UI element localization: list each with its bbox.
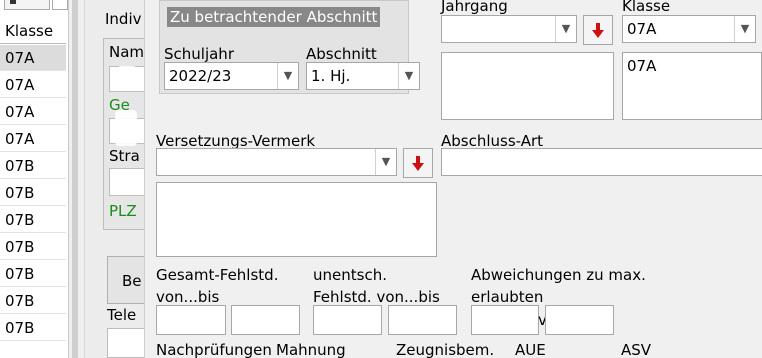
redaction <box>117 66 137 86</box>
school-record-dialog: Zu betrachtender Abschnitt Schuljahr 202… <box>144 0 762 358</box>
jahrgang-list[interactable] <box>441 52 614 120</box>
abweichung-sub-label: erlaubten <box>471 288 544 306</box>
street-label: Stra <box>109 147 140 165</box>
redaction <box>115 172 137 192</box>
unentsch-to-field[interactable] <box>388 305 457 335</box>
klasse-label: Klasse <box>622 0 671 15</box>
versetzung-text[interactable] <box>156 182 437 257</box>
toolbar-button[interactable] <box>52 0 68 10</box>
name-label: Nam <box>109 43 145 61</box>
section-title: Zu betrachtender Abschnitt <box>167 7 381 27</box>
klasse-select[interactable]: 07A ▼ <box>622 15 756 43</box>
list-item[interactable]: 07B <box>0 207 66 233</box>
abschnitt-select[interactable]: 1. Hj. ▼ <box>306 62 420 90</box>
abschluss-field[interactable] <box>441 148 762 176</box>
gesamt-from-field[interactable] <box>156 305 226 335</box>
schuljahr-select[interactable]: 2022/23 ▼ <box>164 62 299 90</box>
klasse-list-value: 07A <box>627 57 657 75</box>
abweichung-to-field[interactable] <box>545 305 614 335</box>
list-item[interactable]: 07B <box>0 315 66 341</box>
schuljahr-value: 2022/23 <box>169 67 232 85</box>
red-down-arrow-icon <box>412 156 424 171</box>
list-item[interactable]: 07B <box>0 180 66 206</box>
gesamt-fehlstd-label: Gesamt-Fehlstd. <box>156 266 279 284</box>
unentsch-range-label: Fehlstd. von...bis <box>313 288 440 306</box>
apply-jahrgang-button[interactable] <box>583 15 613 45</box>
abschnitt-label: Abschnitt <box>306 45 377 63</box>
list-item[interactable]: 07B <box>0 234 66 260</box>
chevron-down-icon[interactable]: ▼ <box>398 63 419 89</box>
phone-label: Tele <box>107 306 137 324</box>
list-item[interactable]: 07A <box>0 45 66 71</box>
red-down-arrow-icon <box>592 23 604 38</box>
class-list[interactable]: Klasse 07A 07A 07A 07A 07B 07B 07B 07B 0… <box>0 0 69 358</box>
chevron-down-icon[interactable]: ▼ <box>734 16 755 42</box>
chevron-down-icon[interactable]: ▼ <box>375 149 396 175</box>
tab-individual[interactable]: Indiv <box>105 10 142 28</box>
student-detail-pane: Indiv Nam Ge Stra PLZ Be Tele <box>84 0 151 358</box>
button-label: Be <box>122 272 142 290</box>
list-item[interactable]: 07B <box>0 153 66 179</box>
redaction <box>115 110 137 146</box>
apply-versetzung-button[interactable] <box>403 148 433 178</box>
unentsch-from-field[interactable] <box>313 305 382 335</box>
plz-label: PLZ <box>109 202 137 220</box>
abschnitt-value: 1. Hj. <box>311 67 351 85</box>
redaction <box>117 330 139 348</box>
gesamt-to-field[interactable] <box>231 305 300 335</box>
list-item[interactable]: 07A <box>0 72 66 98</box>
abweichung-from-field[interactable] <box>471 305 539 335</box>
list-item[interactable]: 07B <box>0 288 66 314</box>
abweichung-label: Abweichungen zu max. <box>471 266 646 284</box>
zeugnisbem-label: Zeugnisbem. <box>396 341 495 358</box>
aue-label: AUE <box>515 341 546 358</box>
nachpruefungen-label: Nachprüfungen <box>156 341 272 358</box>
asv-label: ASV <box>621 341 652 358</box>
mahnung-label: Mahnung <box>276 341 346 358</box>
action-button[interactable]: Be <box>107 256 149 304</box>
pin-icon <box>10 0 16 4</box>
klasse-list[interactable]: 07A <box>622 52 762 120</box>
klasse-value: 07A <box>627 20 657 38</box>
list-item[interactable]: 07A <box>0 126 66 152</box>
jahrgang-select[interactable]: ▼ <box>441 15 577 43</box>
list-item[interactable]: 07A <box>0 99 66 125</box>
versetzung-select[interactable]: ▼ <box>156 148 397 176</box>
chevron-down-icon[interactable]: ▼ <box>277 63 298 89</box>
gesamt-range-label: von...bis <box>156 288 220 306</box>
list-item[interactable]: 07B <box>0 261 66 287</box>
chevron-down-icon[interactable]: ▼ <box>555 16 576 42</box>
class-column-header[interactable]: Klasse <box>0 18 66 44</box>
schuljahr-label: Schuljahr <box>164 45 234 63</box>
splitter[interactable] <box>72 0 78 358</box>
jahrgang-label: Jahrgang <box>441 0 508 15</box>
unentsch-label: unentsch. <box>313 266 387 284</box>
